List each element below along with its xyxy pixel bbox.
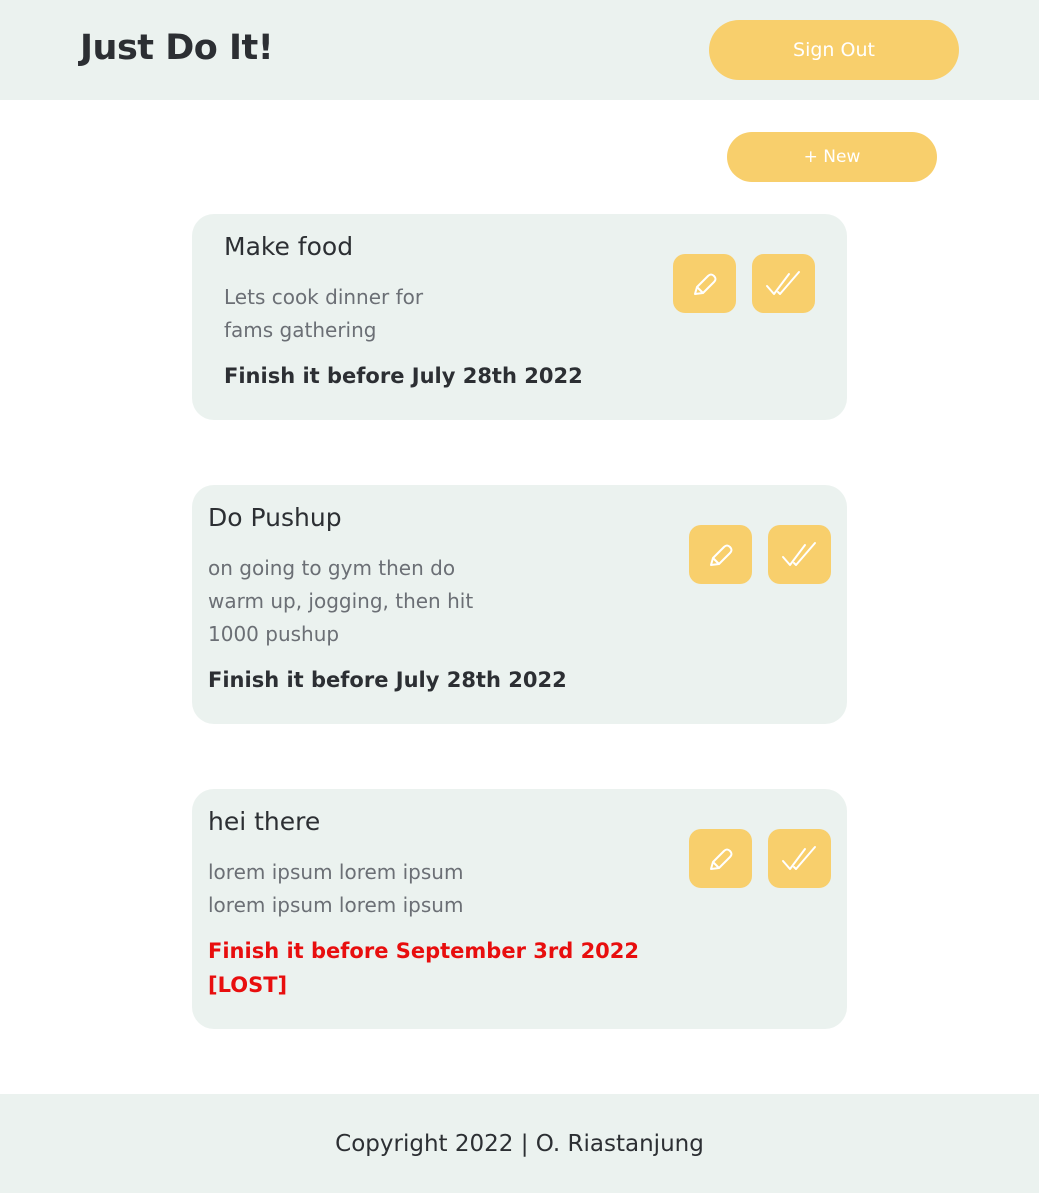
complete-task-button[interactable] — [768, 829, 831, 888]
brand-title: Just Do It! — [80, 28, 274, 68]
task-title: hei there — [208, 807, 321, 836]
task-card: Do Pushup on going to gym then do warm u… — [192, 485, 847, 724]
task-deadline: Finish it before July 28th 2022 — [208, 668, 567, 692]
edit-task-button[interactable] — [673, 254, 736, 313]
edit-task-button[interactable] — [689, 525, 752, 584]
new-task-button[interactable]: + New — [727, 132, 937, 182]
header: Just Do It! Sign Out — [0, 0, 1039, 100]
sign-out-button[interactable]: Sign Out — [709, 20, 959, 80]
task-deadline: Finish it before September 3rd 2022 [LOS… — [208, 939, 640, 997]
double-check-icon — [765, 270, 800, 295]
pencil-icon — [693, 273, 716, 295]
task-title: Make food — [224, 232, 354, 261]
double-check-icon — [781, 845, 816, 870]
copyright-text: Copyright 2022 | O. Riastanjung — [335, 1130, 704, 1157]
footer: Copyright 2022 | O. Riastanjung — [0, 1094, 1039, 1193]
task-card: Make food Lets cook dinner for fams gath… — [192, 214, 847, 420]
task-description: lorem ipsum lorem ipsum lorem ipsum lore… — [208, 860, 464, 917]
task-card: hei there lorem ipsum lorem ipsum lorem … — [192, 789, 847, 1029]
edit-task-button[interactable] — [689, 829, 752, 888]
complete-task-button[interactable] — [752, 254, 815, 313]
task-description: Lets cook dinner for fams gathering — [224, 285, 424, 342]
task-description: on going to gym then do warm up, jogging… — [208, 556, 474, 646]
double-check-icon — [781, 541, 816, 566]
complete-task-button[interactable] — [768, 525, 831, 584]
task-deadline: Finish it before July 28th 2022 — [224, 364, 583, 388]
task-title: Do Pushup — [208, 503, 342, 532]
pencil-icon — [709, 848, 732, 870]
pencil-icon — [709, 544, 732, 566]
